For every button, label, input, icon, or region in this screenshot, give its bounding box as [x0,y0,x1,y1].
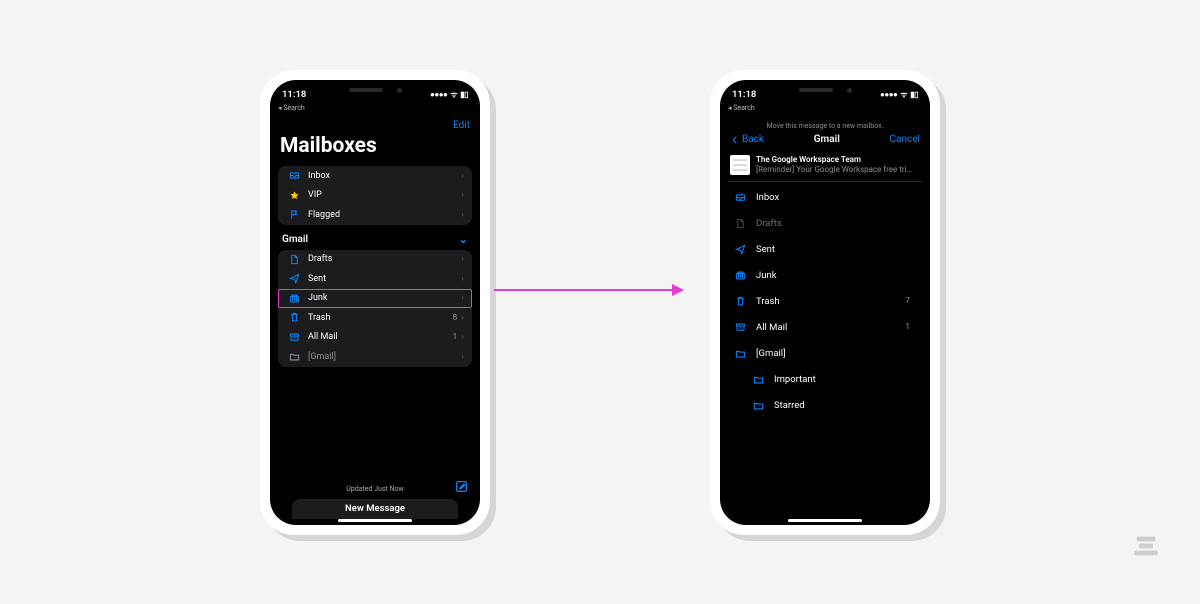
clock: 11:18 [732,89,756,100]
notch [773,80,877,100]
row-sent[interactable]: Sent › [278,269,472,289]
back-button[interactable]: Back [730,134,764,145]
destination-folders: Inbox Drafts Sent Junk [728,184,922,418]
folder-icon [286,351,302,362]
account-header[interactable]: Gmail ⌄ [282,233,468,246]
dest-sent[interactable]: Sent [728,236,922,262]
dest-gmail-folder[interactable]: [Gmail] [728,340,922,366]
dest-important[interactable]: Important [728,366,922,392]
archive-icon [730,322,750,333]
phone-mailboxes: 11:18 ●●●●ᯤ▮▯ ◂ Search Edit Mailboxes In… [260,70,490,535]
chevron-right-icon: › [461,210,464,220]
home-indicator[interactable] [338,519,412,522]
chevron-down-icon: ⌄ [459,233,468,246]
folder-icon [730,348,750,359]
row-flagged[interactable]: Flagged › [278,205,472,225]
home-indicator[interactable] [788,519,862,522]
edit-button[interactable]: Edit [453,120,470,131]
dest-drafts: Drafts [728,210,922,236]
doc-icon [730,218,750,229]
watermark-icon [1132,532,1160,564]
dest-inbox[interactable]: Inbox [728,184,922,210]
junk-icon [286,293,302,304]
back-to-search[interactable]: ◂ Search [728,104,755,112]
status-icons: ●●●●ᯤ▮▯ [430,89,468,100]
chevron-right-icon: › [461,190,464,200]
message-sender: The Google Workspace Team [756,155,916,165]
page-title: Mailboxes [280,134,472,158]
send-icon [286,273,302,284]
clock: 11:18 [282,89,306,100]
message-thumbnail-icon [730,155,750,175]
move-instruction: Move this message to a new mailbox. [728,122,922,130]
row-junk[interactable]: Junk › [278,289,472,309]
back-to-search[interactable]: ◂ Search [278,104,305,112]
cancel-button[interactable]: Cancel [890,134,920,145]
doc-icon [286,254,302,265]
dest-allmail[interactable]: All Mail 1 [728,314,922,340]
star-icon [286,190,302,201]
trash-icon [730,296,750,307]
row-drafts[interactable]: Drafts › [278,250,472,270]
row-vip[interactable]: VIP › [278,186,472,206]
phone-move-message: 11:18 ●●●●ᯤ▮▯ ◂ Search Move this message… [710,70,940,535]
row-trash[interactable]: Trash 8 › [278,308,472,328]
row-allmail[interactable]: All Mail 1 › [278,328,472,348]
send-icon [730,244,750,255]
tutorial-arrow-icon [494,280,684,300]
row-gmail-folder[interactable]: [Gmail] › [278,347,472,367]
chevron-right-icon: › [461,171,464,181]
compose-button[interactable] [455,478,468,497]
updated-status: Updated Just Now [270,485,480,493]
account-mailboxes: Drafts › Sent › Junk › [278,250,472,367]
nav-title: Gmail [814,134,840,145]
junk-icon [730,270,750,281]
status-icons: ●●●●ᯤ▮▯ [880,89,918,100]
inbox-icon [730,192,750,203]
inbox-icon [286,170,302,181]
primary-mailboxes: Inbox › VIP › Flagged › [278,166,472,225]
notch [323,80,427,100]
folder-icon [748,374,768,385]
folder-icon [748,400,768,411]
trash-icon [286,312,302,323]
dest-junk[interactable]: Junk [728,262,922,288]
new-message-sheet[interactable]: New Message [292,499,458,519]
row-inbox[interactable]: Inbox › [278,166,472,186]
dest-trash[interactable]: Trash 7 [728,288,922,314]
message-preview: The Google Workspace Team [Reminder] You… [728,153,922,182]
dest-starred[interactable]: Starred [728,392,922,418]
message-subject: [Reminder] Your Google Workspace free tr… [756,165,916,175]
archive-icon [286,332,302,343]
flag-icon [286,209,302,220]
